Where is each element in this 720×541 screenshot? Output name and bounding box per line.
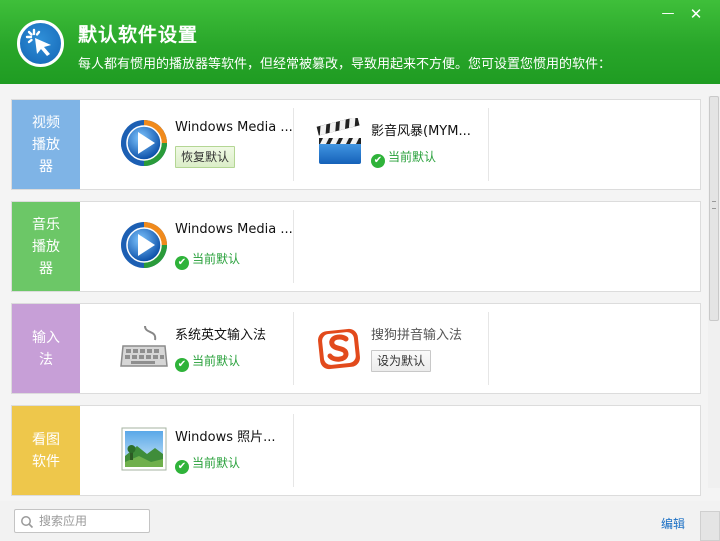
divider	[293, 108, 294, 181]
divider	[488, 108, 489, 181]
app-item[interactable]: Windows Media ... ✔ 当前默认	[119, 202, 299, 291]
app-item[interactable]: 影音风暴(MYM... ✔ 当前默认	[315, 100, 495, 189]
keyboard-icon	[119, 322, 169, 372]
status-label: 当前默认	[192, 252, 241, 266]
app-name: 搜狗拼音输入法	[371, 328, 463, 343]
app-name: Windows Media ...	[175, 120, 293, 135]
windows-media-player-icon	[119, 220, 169, 270]
check-circle-icon: ✔	[371, 154, 385, 168]
current-default-badge: ✔ 当前默认	[175, 250, 240, 270]
app-name: Windows Media ...	[175, 222, 293, 237]
search-input[interactable]	[39, 512, 147, 530]
windows-media-player-icon	[119, 118, 169, 168]
category-tab-line: 输入法	[32, 329, 60, 368]
restore-default-button[interactable]: 恢复默认	[175, 146, 236, 168]
category-tab-input-method: 输入法	[12, 304, 80, 393]
app-item[interactable]: 搜狗拼音输入法 设为默认	[315, 304, 495, 393]
current-default-badge: ✔ 当前默认	[175, 352, 240, 372]
search-icon	[20, 514, 34, 529]
category-row-video-player: 视频 播放器 Windows Media ... 恢复默认 影音风暴(MYM..…	[11, 99, 701, 190]
clapperboard-icon	[315, 116, 365, 168]
software-list: 视频 播放器 Windows Media ... 恢复默认 影音风暴(MYM..…	[0, 84, 720, 501]
current-default-badge: ✔ 当前默认	[371, 148, 436, 168]
category-row-input-method: 输入法 系统英文输入法 ✔ 当前默认 搜狗拼音输入法 设为默认	[11, 303, 701, 394]
category-tab-image-viewer: 看图 软件	[12, 406, 80, 495]
set-default-button[interactable]: 设为默认	[371, 350, 432, 372]
category-tab-music-player: 音乐 播放器	[12, 202, 80, 291]
category-tab-line: 音乐	[32, 216, 60, 233]
header-bar: 默认软件设置 每人都有惯用的播放器等软件，但经常被篡改，导致用起来不方便。您可设…	[0, 0, 720, 84]
status-label: 当前默认	[388, 150, 437, 164]
scrollbar-thumb[interactable]	[709, 96, 719, 321]
app-name: 影音风暴(MYM...	[371, 124, 471, 139]
category-tab-line: 播放器	[32, 238, 60, 277]
category-tab-line: 看图	[32, 431, 60, 448]
check-circle-icon: ✔	[175, 358, 189, 372]
app-name: Windows 照片...	[175, 430, 276, 445]
check-circle-icon: ✔	[175, 460, 189, 474]
app-item[interactable]: Windows Media ... 恢复默认	[119, 100, 299, 189]
category-row-image-viewer: 看图软件 Windows 照片... ✔ 当前默认	[11, 405, 701, 496]
photo-landscape-icon	[119, 424, 169, 474]
category-tab-line: 软件	[32, 453, 60, 470]
sogou-icon	[315, 322, 365, 372]
window-subtitle: 每人都有惯用的播放器等软件，但经常被篡改，导致用起来不方便。您可设置您惯用的软件…	[78, 57, 612, 72]
grip-icon	[712, 201, 716, 209]
status-label: 当前默认	[192, 456, 241, 470]
divider	[488, 312, 489, 385]
divider	[293, 414, 294, 487]
check-circle-icon: ✔	[175, 256, 189, 270]
edit-link[interactable]: 编辑	[661, 515, 685, 532]
current-default-badge: ✔ 当前默认	[175, 454, 240, 474]
status-label: 当前默认	[192, 354, 241, 368]
category-row-music-player: 音乐播放器 Windows Media ... ✔ 当前默认	[11, 201, 701, 292]
corner-button[interactable]	[700, 511, 720, 541]
category-tab-line: 播放器	[32, 136, 60, 175]
divider	[293, 312, 294, 385]
close-button[interactable]: ✕	[684, 4, 708, 24]
category-tab-video-player: 视频 播放器	[12, 100, 80, 189]
app-item[interactable]: 系统英文输入法 ✔ 当前默认	[119, 304, 299, 393]
app-name: 系统英文输入法	[175, 328, 267, 343]
app-item[interactable]: Windows 照片... ✔ 当前默认	[119, 406, 299, 495]
footer-bar: 编辑	[0, 501, 720, 541]
cursor-click-icon	[17, 20, 64, 67]
search-box[interactable]	[14, 509, 150, 533]
window-title: 默认软件设置	[78, 24, 199, 46]
category-tab-line: 视频	[32, 114, 60, 131]
minimize-button[interactable]: —	[656, 4, 680, 24]
divider	[293, 210, 294, 283]
vertical-scrollbar[interactable]	[708, 96, 720, 488]
